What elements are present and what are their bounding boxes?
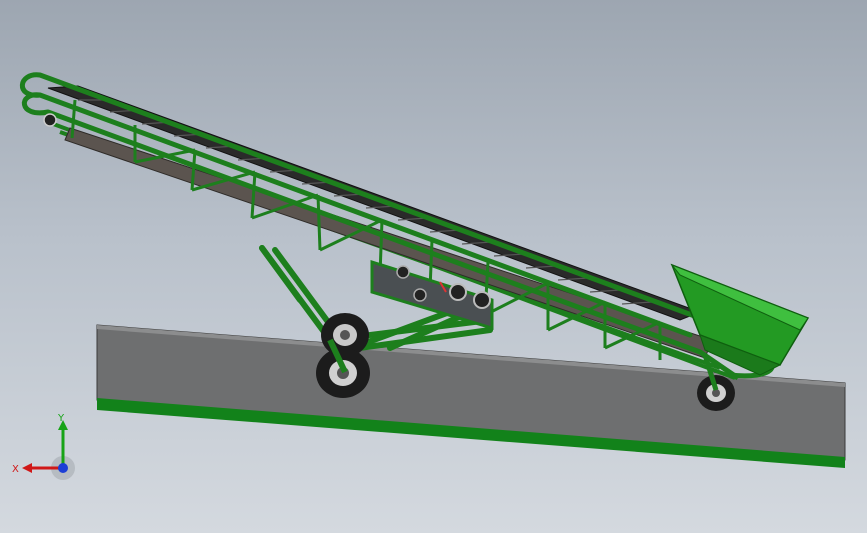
x-axis-label: X bbox=[12, 464, 19, 475]
y-axis-label: Y bbox=[57, 413, 65, 424]
z-axis bbox=[58, 463, 68, 473]
coordinate-triad: Y X bbox=[12, 413, 75, 480]
return-belt bbox=[64, 127, 713, 359]
head-end-guard bbox=[19, 72, 49, 116]
rear-wheel bbox=[697, 375, 735, 411]
head-pulley bbox=[43, 113, 57, 127]
front-wheel-front bbox=[316, 348, 370, 398]
graphics-viewport[interactable]: Y X bbox=[0, 0, 867, 533]
conveyor-model[interactable] bbox=[0, 0, 867, 533]
